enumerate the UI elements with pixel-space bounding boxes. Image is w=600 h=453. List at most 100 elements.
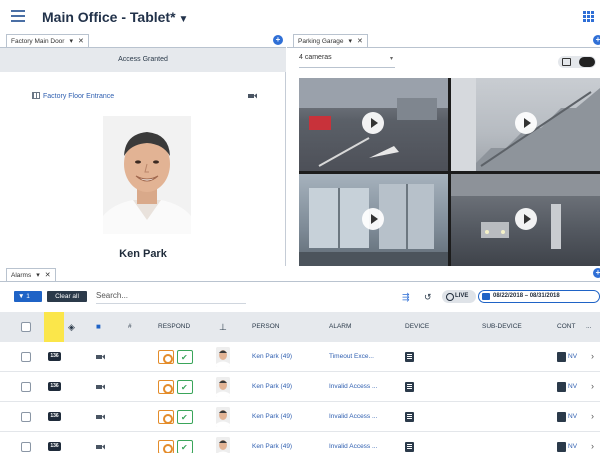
row-checkbox[interactable] <box>21 352 31 362</box>
context-icon[interactable] <box>557 352 566 362</box>
table-row[interactable]: 136 Ken Park (49) Invalid Access ... NV … <box>0 432 600 453</box>
tab-factory-main-door[interactable]: Factory Main Door ▾ ✕ <box>6 34 89 48</box>
chevron-right-icon[interactable]: › <box>591 381 594 391</box>
table-header: ↑ ◈ ■ # RESPOND ⊥ PERSON ALARM DEVICE SU… <box>0 312 600 342</box>
person-icon[interactable]: ⊥ <box>219 312 227 342</box>
chevron-down-icon[interactable]: ▾ <box>36 272 40 279</box>
close-icon[interactable]: ✕ <box>45 272 51 279</box>
state-icon[interactable]: ◈ <box>68 312 75 342</box>
chevron-down-icon: ▾ <box>389 56 393 62</box>
acknowledge-icon[interactable] <box>177 380 193 395</box>
alarm-link[interactable]: Invalid Access ... <box>329 402 377 432</box>
device-icon[interactable] <box>405 412 414 422</box>
filter-button[interactable]: ▼ 1 <box>14 291 42 302</box>
context-value[interactable]: NV <box>568 402 577 432</box>
camera-feed[interactable] <box>299 78 448 171</box>
single-view-icon[interactable] <box>562 58 571 66</box>
table-row[interactable]: 136 Ken Park (49) Invalid Access ... NV … <box>0 402 600 432</box>
context-value[interactable]: NV <box>568 342 577 372</box>
camera-icon[interactable] <box>96 354 105 360</box>
page-title[interactable]: Main Office - Tablet* ▼ <box>42 9 188 25</box>
add-tile-icon[interactable]: + <box>273 35 283 45</box>
view-toggle[interactable] <box>558 56 596 68</box>
alarm-column[interactable]: ALARM <box>329 312 351 342</box>
hamburger-menu-icon[interactable] <box>11 10 25 22</box>
entrance-link[interactable]: Factory Floor Entrance <box>32 92 114 100</box>
select-all-checkbox[interactable] <box>21 322 31 332</box>
apps-grid-icon[interactable] <box>583 11 594 22</box>
tab-parking-garage[interactable]: Parking Garage ▾ ✕ <box>293 34 368 48</box>
tab-alarms[interactable]: Alarms ▾ ✕ <box>6 268 56 282</box>
parking-tile: 4 cameras ▾ <box>287 48 600 266</box>
camera-icon[interactable] <box>96 444 105 450</box>
table-row[interactable]: 136 Ken Park (49) Invalid Access ... NV … <box>0 372 600 402</box>
play-icon[interactable] <box>362 208 384 230</box>
add-tile-icon[interactable]: + <box>593 268 600 278</box>
camera-feed[interactable] <box>451 174 600 266</box>
play-icon[interactable] <box>362 112 384 134</box>
history-icon[interactable]: ↺ <box>424 292 432 303</box>
context-icon[interactable] <box>557 442 566 452</box>
acknowledge-icon[interactable] <box>177 440 193 453</box>
chevron-right-icon[interactable]: › <box>591 351 594 361</box>
camera-feed[interactable] <box>299 174 448 266</box>
context-icon[interactable] <box>557 382 566 392</box>
device-column[interactable]: DEVICE <box>405 312 429 342</box>
camera-icon[interactable]: ■ <box>96 312 101 342</box>
acknowledge-icon[interactable] <box>177 410 193 425</box>
play-icon[interactable] <box>515 208 537 230</box>
respond-icon[interactable] <box>158 440 174 453</box>
context-value[interactable]: NV <box>568 432 577 453</box>
play-icon[interactable] <box>515 112 537 134</box>
context-icon[interactable] <box>557 412 566 422</box>
chevron-right-icon[interactable]: › <box>591 441 594 451</box>
tab-label: Factory Main Door <box>11 38 65 45</box>
respond-column[interactable]: RESPOND <box>158 312 190 342</box>
search-input[interactable]: Search... <box>96 289 246 304</box>
camera-icon[interactable] <box>96 384 105 390</box>
device-icon[interactable] <box>405 352 414 362</box>
sort-icon[interactable]: ⇶ <box>402 292 410 303</box>
chevron-down-icon[interactable]: ▾ <box>69 38 73 45</box>
chevron-right-icon[interactable]: › <box>591 411 594 421</box>
camera-count-select[interactable]: 4 cameras ▾ <box>299 54 395 68</box>
date-range-picker[interactable]: 08/22/2018 – 08/31/2018 <box>478 290 600 303</box>
calendar-icon <box>482 293 490 300</box>
row-checkbox[interactable] <box>21 442 31 452</box>
priority-badge: 136 <box>48 412 61 421</box>
grid-view-icon[interactable] <box>579 57 595 67</box>
device-icon[interactable] <box>405 382 414 392</box>
table-row[interactable]: 136 Ken Park (49) Timeout Exce... NV › <box>0 342 600 372</box>
camera-icon[interactable] <box>248 93 257 99</box>
person-link[interactable]: Ken Park (49) <box>252 402 292 432</box>
alarm-link[interactable]: Invalid Access ... <box>329 372 377 402</box>
chevron-down-icon[interactable]: ▾ <box>349 38 353 45</box>
sub-device-column[interactable]: SUB-DEVICE <box>482 312 522 342</box>
row-checkbox[interactable] <box>21 382 31 392</box>
acknowledge-icon[interactable] <box>177 350 193 365</box>
respond-buttons <box>158 380 194 395</box>
clear-all-button[interactable]: Clear all <box>47 291 87 302</box>
respond-icon[interactable] <box>158 350 174 364</box>
close-icon[interactable]: ✕ <box>78 38 84 45</box>
row-checkbox[interactable] <box>21 412 31 422</box>
respond-icon[interactable] <box>158 410 174 424</box>
person-link[interactable]: Ken Park (49) <box>252 372 292 402</box>
person-column[interactable]: PERSON <box>252 312 279 342</box>
device-icon[interactable] <box>405 442 414 452</box>
app-header: Main Office - Tablet* ▼ <box>0 0 600 34</box>
alarm-link[interactable]: Timeout Exce... <box>329 342 374 372</box>
camera-icon[interactable] <box>96 414 105 420</box>
person-link[interactable]: Ken Park (49) <box>252 432 292 453</box>
live-button[interactable]: LIVE <box>442 290 476 303</box>
count-column[interactable]: # <box>128 312 132 342</box>
add-tile-icon[interactable]: + <box>593 35 600 45</box>
context-value[interactable]: NV <box>568 372 577 402</box>
alarm-link[interactable]: Invalid Access ... <box>329 432 377 453</box>
more-columns[interactable]: ... <box>586 312 591 342</box>
camera-feed[interactable] <box>451 78 600 171</box>
context-column[interactable]: CONT <box>557 312 575 342</box>
respond-icon[interactable] <box>158 380 174 394</box>
person-link[interactable]: Ken Park (49) <box>252 342 292 372</box>
close-icon[interactable]: ✕ <box>357 38 363 45</box>
